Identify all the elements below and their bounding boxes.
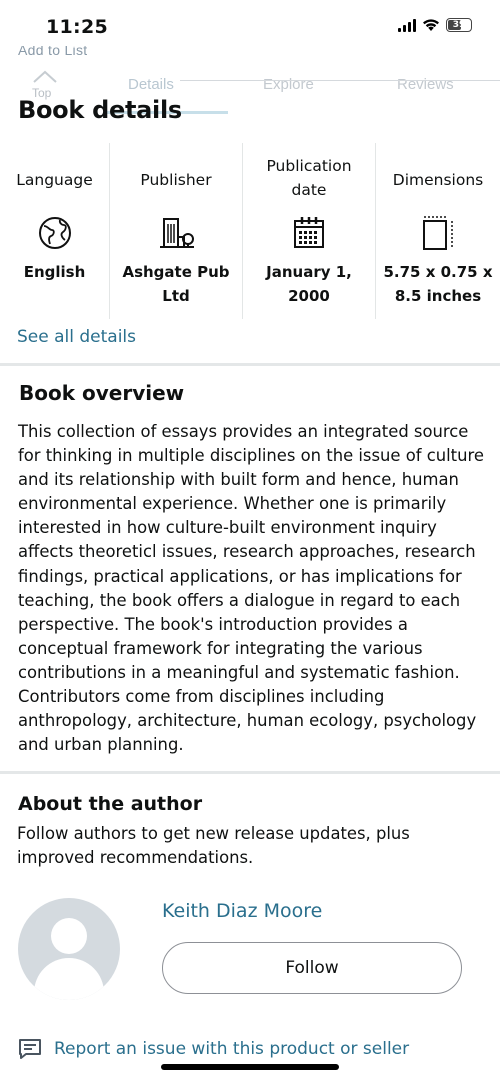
calendar-icon — [294, 217, 324, 248]
detail-language: Language English — [0, 143, 110, 319]
section-divider — [0, 363, 500, 366]
report-issue-label[interactable]: Report an issue with this product or sel… — [54, 1039, 409, 1059]
detail-label: Language — [16, 171, 93, 189]
author-avatar[interactable] — [18, 898, 120, 1000]
detail-label: Publisher — [140, 171, 212, 189]
detail-value: English — [23, 263, 86, 281]
author-name-link[interactable]: Keith Diaz Moore — [162, 900, 322, 922]
avatar-placeholder-icon — [51, 918, 87, 954]
feedback-icon — [19, 1039, 41, 1059]
tab-explore[interactable]: Explore — [263, 76, 314, 93]
back-to-top-icon[interactable] — [30, 66, 60, 86]
book-overview-title: Book overview — [19, 381, 185, 405]
section-divider — [0, 771, 500, 774]
home-indicator[interactable] — [161, 1064, 339, 1070]
about-author-title: About the author — [18, 793, 203, 815]
detail-dimensions: Dimensions 5.75 x 0.75 x 8.5 inches — [376, 143, 500, 319]
tab-reviews[interactable]: Reviews — [397, 76, 454, 93]
detail-value: 5.75 x 0.75 x 8.5 inches — [383, 263, 493, 305]
detail-label: Dimensions — [392, 171, 484, 189]
report-issue-link[interactable]: Report an issue with this product or sel… — [18, 1038, 409, 1060]
tab-divider — [180, 80, 500, 81]
signal-icon — [398, 18, 416, 32]
detail-publisher: Publisher Ashgate Pub Ltd — [110, 143, 243, 319]
status-time: 11:25 — [46, 16, 108, 38]
detail-label: Publication date — [266, 157, 352, 199]
wifi-icon — [423, 19, 439, 31]
status-icons: 39 — [398, 18, 472, 32]
detail-value: January 1, 2000 — [266, 263, 352, 305]
status-bar: 11:25 39 — [0, 0, 500, 52]
battery-level: 39 — [452, 20, 466, 30]
about-author-subtitle: Follow authors to get new release update… — [17, 824, 410, 867]
ruler-icon — [423, 216, 453, 250]
detail-publication-date: Publication date January 1, 2000 — [243, 143, 376, 319]
detail-value: Ashgate Pub Ltd — [122, 263, 230, 305]
see-all-details-link[interactable]: See all details — [17, 327, 136, 347]
book-details-grid: Language English Publisher Ashgate Pub L… — [0, 143, 500, 319]
tab-details[interactable]: Details — [128, 76, 174, 93]
book-details-title: Book details — [18, 96, 182, 124]
book-overview-text: This collection of essays provides an in… — [18, 422, 484, 755]
battery-icon: 39 — [446, 18, 472, 32]
globe-icon — [38, 217, 71, 249]
add-to-list-faded: Add to List — [18, 46, 88, 58]
building-icon — [160, 218, 194, 248]
follow-button[interactable]: Follow — [162, 942, 462, 994]
